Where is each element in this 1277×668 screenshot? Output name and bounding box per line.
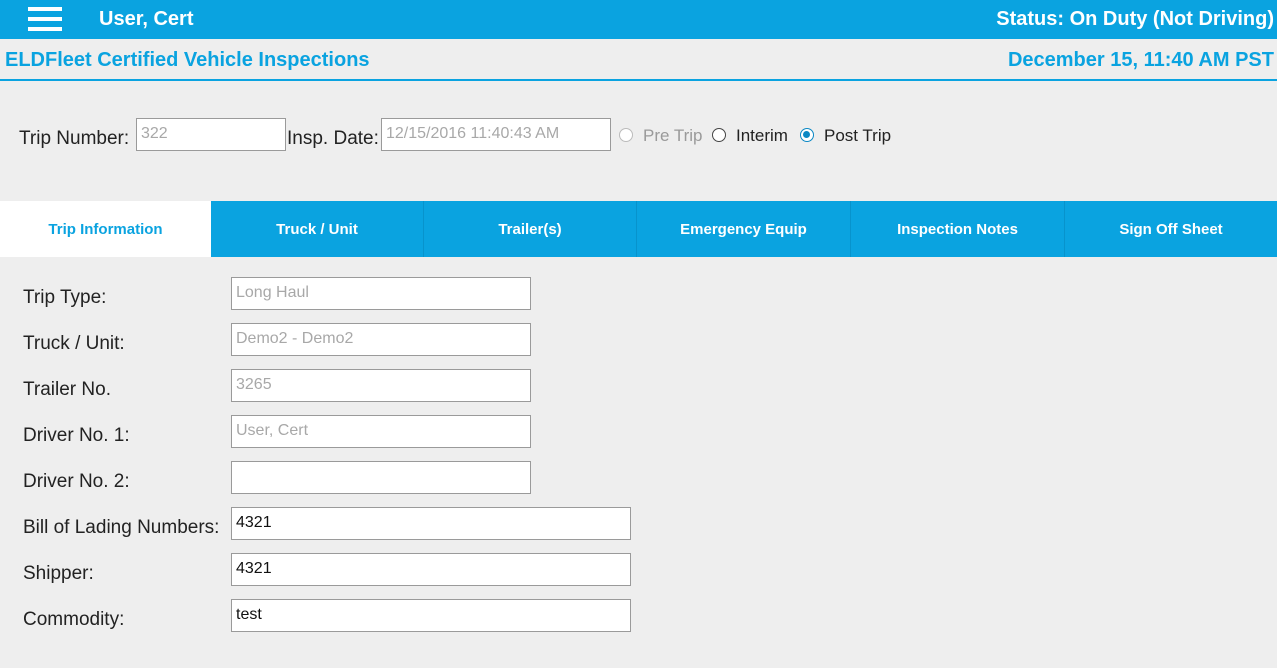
post-trip-label[interactable]: Post Trip — [824, 126, 891, 146]
user-name: User, Cert — [99, 8, 194, 30]
insp-date-label: Insp. Date: — [287, 128, 379, 149]
trip-type-field[interactable]: Long Haul — [231, 277, 531, 310]
tab-sign-off-sheet[interactable]: Sign Off Sheet — [1065, 201, 1277, 257]
truck-unit-field[interactable]: Demo2 - Demo2 — [231, 323, 531, 356]
duty-status[interactable]: Status: On Duty (Not Driving) — [996, 8, 1274, 31]
post-trip-radio[interactable] — [800, 128, 814, 142]
top-app-bar: User, Cert Status: On Duty (Not Driving) — [0, 0, 1277, 39]
pre-trip-label: Pre Trip — [643, 126, 703, 145]
driver-1-field[interactable]: User, Cert — [231, 415, 531, 448]
commodity-label: Commodity: — [23, 609, 125, 630]
pre-trip-radio — [619, 128, 633, 142]
page-header: ELDFleet Certified Vehicle Inspections D… — [0, 39, 1277, 81]
driver-2-field[interactable] — [231, 461, 531, 494]
trip-number-field[interactable]: 322 — [136, 118, 286, 151]
bill-of-lading-label: Bill of Lading Numbers: — [23, 517, 220, 538]
tab-bar: Trip Information Truck / Unit Trailer(s)… — [0, 201, 1277, 257]
tab-truck-unit[interactable]: Truck / Unit — [211, 201, 424, 257]
tab-inspection-notes[interactable]: Inspection Notes — [851, 201, 1065, 257]
bill-of-lading-field[interactable]: 4321 — [231, 507, 631, 540]
commodity-field[interactable]: test — [231, 599, 631, 632]
page-title: ELDFleet Certified Vehicle Inspections — [5, 49, 370, 71]
tab-trailers[interactable]: Trailer(s) — [424, 201, 637, 257]
shipper-label: Shipper: — [23, 563, 94, 584]
truck-unit-label: Truck / Unit: — [23, 333, 125, 354]
shipper-field[interactable]: 4321 — [231, 553, 631, 586]
tab-trip-information[interactable]: Trip Information — [0, 201, 211, 257]
trailer-no-field[interactable]: 3265 — [231, 369, 531, 402]
trip-type-label: Trip Type: — [23, 287, 107, 308]
driver-1-label: Driver No. 1: — [23, 425, 130, 446]
trip-number-label: Trip Number: — [19, 128, 130, 149]
insp-date-field[interactable]: 12/15/2016 11:40:43 AM — [381, 118, 611, 151]
interim-radio[interactable] — [712, 128, 726, 142]
interim-label[interactable]: Interim — [736, 126, 788, 146]
trailer-no-label: Trailer No. — [23, 379, 111, 400]
menu-icon[interactable] — [28, 7, 62, 32]
current-datetime: December 15, 11:40 AM PST — [1007, 49, 1274, 71]
driver-2-label: Driver No. 2: — [23, 471, 130, 492]
tab-emergency-equip[interactable]: Emergency Equip — [637, 201, 851, 257]
